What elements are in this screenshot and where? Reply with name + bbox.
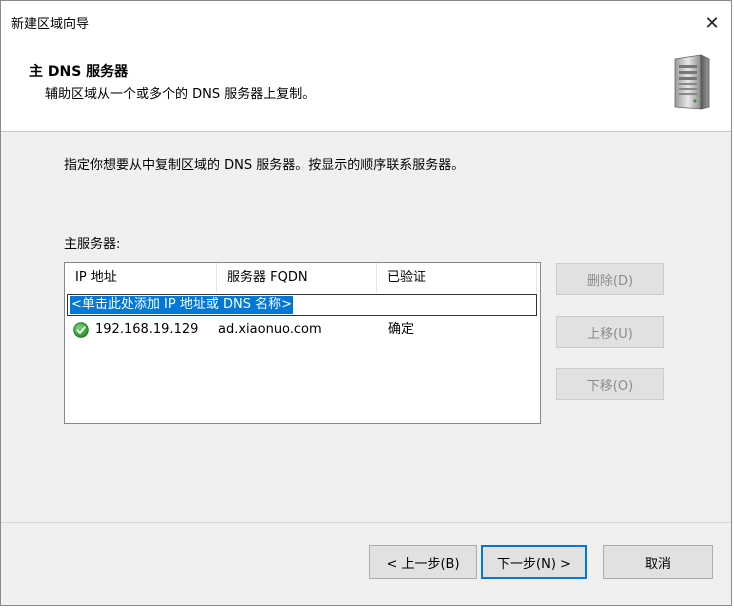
column-fqdn[interactable]: 服务器 FQDN: [217, 263, 377, 293]
cancel-button[interactable]: 取消: [603, 545, 713, 579]
page-title: 主 DNS 服务器: [29, 64, 129, 80]
master-servers-label: 主服务器:: [64, 237, 121, 252]
move-down-button[interactable]: 下移(O): [556, 368, 664, 400]
close-button[interactable]: ✕: [699, 11, 725, 35]
next-button[interactable]: 下一步(N) >: [481, 545, 587, 579]
wizard-footer: < 上一步(B) 下一步(N) > 取消: [1, 522, 731, 605]
row-verified: 确定: [388, 322, 415, 337]
server-icon: [674, 54, 710, 110]
table-row[interactable]: 192.168.19.129 ad.xiaonuo.com 确定: [65, 319, 540, 341]
delete-button[interactable]: 删除(D): [556, 263, 664, 295]
wizard-header: 主 DNS 服务器 辅助区域从一个或多个的 DNS 服务器上复制。: [1, 39, 731, 132]
page-subtitle: 辅助区域从一个或多个的 DNS 服务器上复制。: [45, 87, 316, 102]
close-icon: ✕: [704, 12, 720, 34]
row-ip: 192.168.19.129: [95, 322, 199, 337]
column-verified[interactable]: 已验证: [377, 263, 537, 293]
add-server-placeholder: <单击此处添加 IP 地址或 DNS 名称>: [70, 296, 293, 314]
title-bar: 新建区域向导 ✕: [1, 1, 731, 39]
list-header: IP 地址 服务器 FQDN 已验证: [65, 263, 540, 293]
row-fqdn: ad.xiaonuo.com: [218, 322, 322, 337]
wizard-window: 新建区域向导 ✕ 主 DNS 服务器 辅助区域从一个或多个的 DNS 服务器上复…: [0, 0, 732, 606]
wizard-body: 指定你想要从中复制区域的 DNS 服务器。按显示的顺序联系服务器。 主服务器: …: [1, 132, 731, 524]
window-title: 新建区域向导: [11, 17, 90, 32]
back-button[interactable]: < 上一步(B): [369, 545, 477, 579]
master-servers-list[interactable]: IP 地址 服务器 FQDN 已验证 <单击此处添加 IP 地址或 DNS 名称…: [64, 262, 541, 424]
instruction-text: 指定你想要从中复制区域的 DNS 服务器。按显示的顺序联系服务器。: [64, 158, 465, 173]
move-up-button[interactable]: 上移(U): [556, 316, 664, 348]
column-ip[interactable]: IP 地址: [65, 263, 217, 293]
add-server-edit-row[interactable]: <单击此处添加 IP 地址或 DNS 名称>: [67, 294, 537, 316]
green-check-icon: [73, 322, 89, 338]
